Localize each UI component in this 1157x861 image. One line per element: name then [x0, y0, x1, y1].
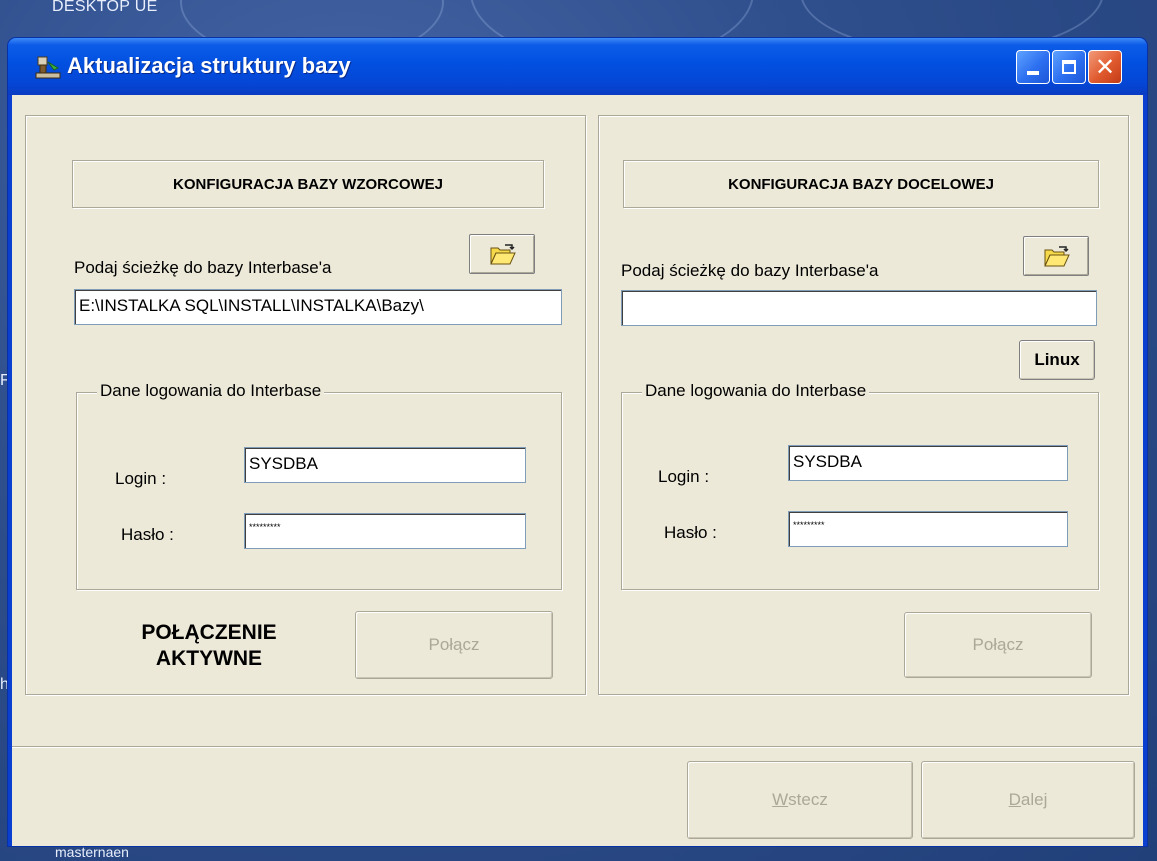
next-button-mnemonic: D: [1008, 790, 1021, 809]
maximize-icon: [1062, 60, 1076, 74]
connection-status-line1: POŁĄCZENIE: [141, 621, 277, 644]
source-db-header: KONFIGURACJA BAZY WZORCOWEJ: [72, 160, 544, 208]
target-password-label: Hasło :: [664, 523, 717, 542]
close-button[interactable]: ✕: [1088, 50, 1122, 84]
target-login-label: Login :: [658, 467, 710, 486]
open-folder-icon: [1044, 246, 1070, 267]
minimize-icon: [1027, 71, 1039, 75]
target-db-panel: KONFIGURACJA BAZY DOCELOWEJ Podaj ścieżk…: [598, 115, 1129, 695]
source-login-group-title: Dane logowania do Interbase: [97, 381, 325, 401]
next-button[interactable]: Dalej: [921, 761, 1135, 839]
desktop-icon-label[interactable]: DESKTOP UE: [52, 0, 158, 16]
source-login-label: Login :: [115, 469, 167, 488]
linux-button[interactable]: Linux: [1019, 340, 1095, 380]
source-password-input[interactable]: *********: [244, 513, 526, 549]
window-client-area: KONFIGURACJA BAZY WZORCOWEJ Podaj ścieżk…: [12, 95, 1143, 846]
footer-separator: [12, 746, 1143, 748]
back-button[interactable]: Wstecz: [687, 761, 913, 839]
source-browse-button[interactable]: [469, 234, 535, 274]
minimize-button[interactable]: [1016, 50, 1050, 84]
back-button-label: stecz: [788, 790, 828, 809]
close-icon: ✕: [1094, 53, 1116, 81]
next-button-label: alej: [1020, 790, 1048, 809]
target-login-group-title: Dane logowania do Interbase: [642, 381, 870, 401]
desktop-icon-label[interactable]: masternaen: [55, 844, 129, 860]
target-path-label: Podaj ścieżkę do bazy Interbase'a: [621, 261, 879, 280]
target-login-input[interactable]: SYSDBA: [788, 445, 1068, 481]
connection-status: POŁĄCZENIE AKTYWNE: [124, 620, 294, 672]
source-login-group: Dane logowania do Interbase Login : SYSD…: [76, 381, 562, 590]
app-window: Aktualizacja struktury bazy ✕ KONFIGURAC…: [8, 38, 1147, 846]
target-db-header: KONFIGURACJA BAZY DOCELOWEJ: [623, 160, 1099, 208]
back-button-mnemonic: W: [772, 790, 789, 809]
title-bar[interactable]: Aktualizacja struktury bazy ✕: [8, 38, 1147, 95]
source-connect-button[interactable]: Połącz: [355, 611, 553, 679]
target-path-input[interactable]: [621, 290, 1097, 326]
target-browse-button[interactable]: [1023, 236, 1089, 276]
source-path-label: Podaj ścieżkę do bazy Interbase'a: [74, 258, 332, 277]
source-path-input[interactable]: E:\INSTALKA SQL\INSTALL\INSTALKA\Bazy\: [74, 289, 562, 325]
window-title: Aktualizacja struktury bazy: [67, 53, 351, 78]
target-password-input[interactable]: *********: [788, 511, 1068, 547]
db-tool-icon: [35, 56, 61, 79]
target-login-group: Dane logowania do Interbase Login : SYSD…: [621, 381, 1099, 590]
source-login-input[interactable]: SYSDBA: [244, 447, 526, 483]
target-connect-button[interactable]: Połącz: [904, 612, 1092, 678]
maximize-button[interactable]: [1052, 50, 1086, 84]
open-folder-icon: [490, 244, 516, 265]
source-password-label: Hasło :: [121, 525, 174, 544]
connection-status-line2: AKTYWNE: [155, 647, 263, 670]
source-db-panel: KONFIGURACJA BAZY WZORCOWEJ Podaj ścieżk…: [25, 115, 586, 695]
